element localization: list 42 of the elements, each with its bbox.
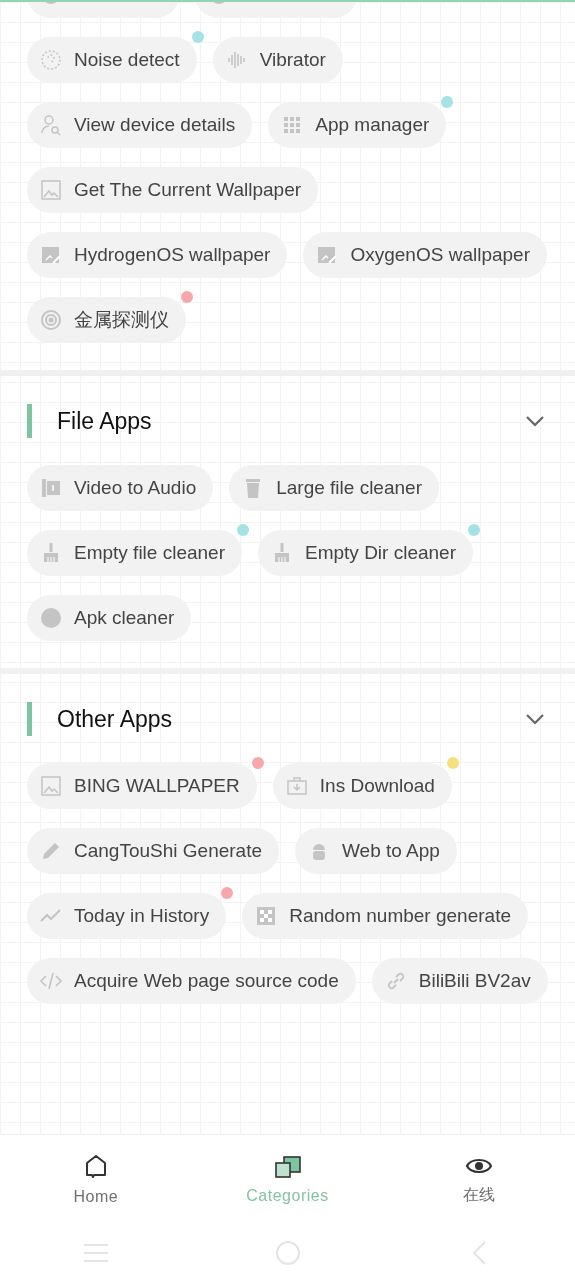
section-title: File Apps bbox=[57, 407, 153, 435]
chevron-icon[interactable] bbox=[525, 713, 545, 725]
app-chip[interactable]: Noise detect bbox=[27, 37, 197, 83]
chevron-icon[interactable] bbox=[525, 415, 545, 427]
app-chip[interactable]: CangTouShi Generate bbox=[27, 828, 279, 874]
circle-icon bbox=[39, 606, 63, 630]
back-icon[interactable] bbox=[470, 1239, 489, 1266]
home-icon bbox=[83, 1154, 108, 1180]
app-chip[interactable]: Large file cleaner bbox=[229, 465, 439, 511]
app-chip[interactable]: Get The Current Wallpaper bbox=[27, 167, 319, 213]
accent-bar bbox=[27, 702, 32, 736]
image-icon bbox=[39, 178, 63, 202]
app-chip[interactable]: Empty Dir cleaner bbox=[258, 530, 473, 576]
app-chip[interactable]: Acquire Web page source code bbox=[27, 958, 356, 1004]
stacked-squares-icon bbox=[273, 1155, 302, 1179]
home-circle-icon[interactable] bbox=[274, 1239, 301, 1266]
accent-bar bbox=[27, 404, 32, 438]
radar-icon bbox=[39, 308, 63, 332]
app-chip[interactable]: BiliBili BV2av bbox=[371, 958, 548, 1004]
nav-tab[interactable]: Home bbox=[0, 1135, 192, 1225]
app-chip[interactable]: Vibrator bbox=[212, 37, 343, 83]
app-chip[interactable]: Web to App bbox=[295, 828, 457, 874]
app-chip[interactable]: App manager bbox=[268, 102, 447, 148]
app-chip[interactable]: OxygenOS wallpaper bbox=[303, 232, 547, 278]
app-chip[interactable]: Empty file cleaner bbox=[27, 530, 242, 576]
section-title: Other Apps bbox=[57, 705, 174, 733]
film-music-icon bbox=[39, 476, 63, 500]
image-icon bbox=[39, 774, 63, 798]
download-box-icon bbox=[284, 774, 309, 798]
user-search-icon bbox=[39, 113, 63, 137]
ear-icon bbox=[39, 48, 63, 72]
app-chip[interactable]: Video to Audio bbox=[27, 465, 214, 511]
app-chip[interactable]: Random number generate bbox=[242, 893, 528, 939]
app-chip[interactable]: Apk cleaner bbox=[27, 595, 192, 641]
app-chip[interactable]: 金属探测仪 bbox=[27, 297, 186, 343]
app-chip[interactable]: View device details bbox=[27, 102, 253, 148]
app-chip[interactable]: Ins Download bbox=[272, 763, 452, 809]
app-chip[interactable]: BING WALLPAPER bbox=[27, 763, 257, 809]
app-chip[interactable]: Today in History bbox=[27, 893, 227, 939]
nav-tab[interactable]: 在线 bbox=[383, 1135, 575, 1225]
app-chip[interactable]: HydrogenOS wallpaper bbox=[27, 232, 288, 278]
menu-icon[interactable] bbox=[82, 1242, 109, 1263]
